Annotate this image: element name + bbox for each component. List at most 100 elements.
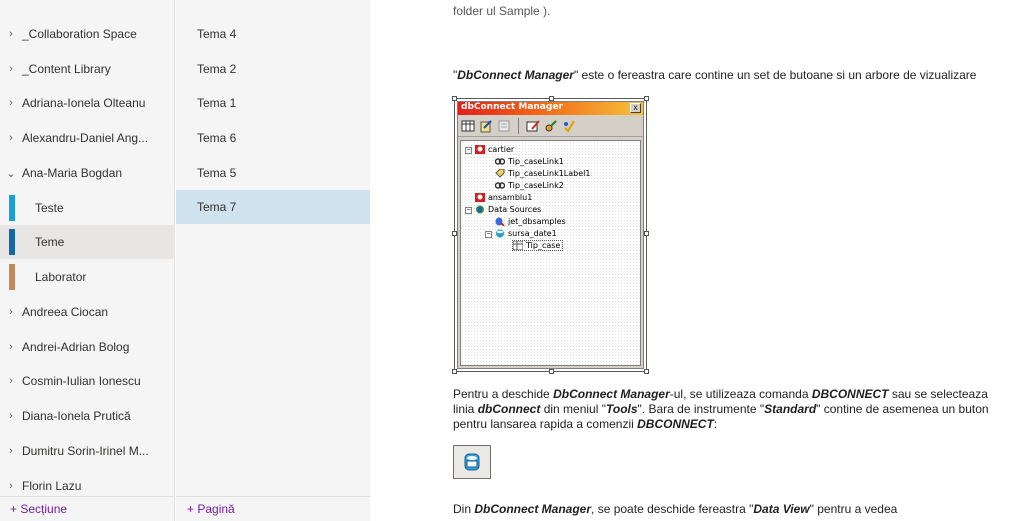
collapse-icon: − <box>465 207 472 214</box>
resize-handle[interactable] <box>644 369 649 374</box>
chevron-right-icon[interactable]: › <box>6 410 16 422</box>
table-icon <box>461 120 475 131</box>
close-icon: x <box>630 103 641 113</box>
section-label: _Collaboration Space <box>22 27 137 41</box>
chevron-down-icon[interactable]: ⌄ <box>6 167 16 180</box>
section-diana[interactable]: › Diana-Ionela Prutică <box>0 399 175 433</box>
partial-text: folder ul Sample ). <box>453 4 551 18</box>
section-alexandru[interactable]: › Alexandru-Daniel Ang... <box>0 121 175 155</box>
resize-handle[interactable] <box>452 369 457 374</box>
section-andreea[interactable]: › Andreea Ciocan <box>0 295 175 329</box>
section-laborator[interactable]: Laborator <box>0 260 175 294</box>
database-icon <box>464 453 480 471</box>
collapse-icon: − <box>485 231 492 238</box>
tree-node: Tip_caseLink2 <box>495 181 564 190</box>
resize-handle[interactable] <box>644 231 649 236</box>
section-label: _Content Library <box>22 62 111 76</box>
database-search-icon <box>495 217 505 226</box>
section-andrei[interactable]: › Andrei-Adrian Bolog <box>0 330 175 364</box>
section-teme[interactable]: Teme <box>0 225 175 259</box>
section-label: Adriana-Ionela Olteanu <box>22 96 146 110</box>
tree-node-label: sursa_date1 <box>508 229 557 238</box>
window-toolbar <box>458 115 643 137</box>
resize-handle[interactable] <box>644 96 649 101</box>
page-tema-2[interactable]: Tema 2 <box>176 52 370 86</box>
section-label: Teme <box>35 235 65 249</box>
chevron-right-icon[interactable]: › <box>6 97 16 109</box>
text: -ul, se utilizeaza comanda <box>669 387 812 401</box>
section-teste[interactable]: Teste <box>0 191 175 225</box>
window-titlebar: dbConnect Manager x <box>458 102 643 115</box>
section-label: Alexandru-Daniel Ang... <box>22 131 149 145</box>
chevron-right-icon[interactable]: › <box>6 480 16 492</box>
text: " este o fereastra care contine un set d… <box>573 68 977 82</box>
link-icon <box>495 158 505 165</box>
tree-node-label: Data Sources <box>488 205 542 214</box>
tree-node-label: cartier <box>488 145 515 154</box>
sections-pane: › _Collaboration Space › _Content Librar… <box>0 0 175 521</box>
text-bold-italic: DBCONNECT <box>811 387 889 401</box>
chevron-right-icon[interactable]: › <box>6 28 16 40</box>
section-label: Andrei-Adrian Bolog <box>22 340 130 354</box>
section-dumitru[interactable]: › Dumitru Sorin-Irinel M... <box>0 434 175 468</box>
add-page-button[interactable]: + Pagină <box>187 497 235 521</box>
page-content[interactable]: folder ul Sample ). "DbConnect Manager" … <box>370 0 1014 521</box>
section-content-library[interactable]: › _Content Library <box>0 52 175 86</box>
add-section-button[interactable]: + Secțiune <box>10 497 67 521</box>
chevron-right-icon[interactable]: › <box>6 306 16 318</box>
window-title: dbConnect Manager <box>461 102 563 112</box>
query-icon <box>545 119 557 131</box>
tree-node: Tip_caseLink1Label1 <box>495 169 590 178</box>
text-bold-italic: dbConnect <box>477 402 541 416</box>
tree-node: ansamblu1 <box>475 193 532 202</box>
section-label: Laborator <box>35 270 87 284</box>
pages-pane: Tema 4 Tema 2 Tema 1 Tema 6 Tema 5 Tema … <box>176 0 370 521</box>
section-ana-maria[interactable]: ⌄ Ana-Maria Bogdan <box>0 156 175 190</box>
section-color-bar <box>9 195 15 221</box>
tree-node-label: Tip_caseLink1 <box>508 157 564 166</box>
text: Din <box>453 502 475 516</box>
chevron-right-icon[interactable]: › <box>6 341 16 353</box>
table-icon <box>513 241 523 250</box>
paragraph-data-view: Din DbConnect Manager, se poate deschide… <box>453 502 1008 517</box>
text: , se poate deschide fereastra " <box>591 502 754 516</box>
text-bold-italic: DBCONNECT <box>637 417 714 431</box>
page-tema-6[interactable]: Tema 6 <box>176 121 370 155</box>
link-select-icon <box>564 119 575 133</box>
label-template-icon <box>526 119 540 131</box>
tree-node: Tip_caseLink1 <box>495 157 564 166</box>
resize-handle[interactable] <box>549 369 554 374</box>
tree-view: − cartier Tip_caseLink1 Tip_caseLink1Lab… <box>460 140 641 366</box>
chevron-right-icon[interactable]: › <box>6 375 16 387</box>
link-icon <box>495 182 505 189</box>
section-label: Cosmin-Iulian Ionescu <box>22 374 141 388</box>
page-tema-1[interactable]: Tema 1 <box>176 86 370 120</box>
text: Pentru a deschide <box>453 387 554 401</box>
chevron-right-icon[interactable]: › <box>6 63 16 75</box>
page-tema-4[interactable]: Tema 4 <box>176 17 370 51</box>
section-adriana[interactable]: › Adriana-Ionela Olteanu <box>0 86 175 120</box>
page-tema-7[interactable]: Tema 7 <box>176 190 370 224</box>
section-label: Andreea Ciocan <box>22 305 109 319</box>
embedded-image[interactable]: dbConnect Manager x − cartier Tip_caseLi… <box>452 96 649 374</box>
tree-node-label: ansamblu1 <box>488 193 533 202</box>
section-cosmin[interactable]: › Cosmin-Iulian Ionescu <box>0 364 175 398</box>
section-label: Diana-Ionela Prutică <box>22 409 131 423</box>
section-label: Florin Lazu <box>22 479 82 493</box>
text: " pentru a vedea <box>809 502 898 516</box>
text: din meniul " <box>540 402 606 416</box>
text-bold-italic: Standard <box>764 402 817 416</box>
tree-node-label: jet_dbsamples <box>508 217 566 226</box>
section-color-bar <box>9 264 15 290</box>
chevron-right-icon[interactable]: › <box>6 445 16 457</box>
section-collaboration-space[interactable]: › _Collaboration Space <box>0 17 175 51</box>
text-bold-italic: Data View <box>753 502 810 516</box>
text-bold-italic: Tools <box>605 402 638 416</box>
chevron-right-icon[interactable]: › <box>6 132 16 144</box>
dbconnect-toolbar-button-image[interactable] <box>453 445 491 479</box>
page-tema-5[interactable]: Tema 5 <box>176 156 370 190</box>
database-icon <box>496 229 504 238</box>
tree-node: Data Sources <box>475 205 541 214</box>
section-label: Ana-Maria Bogdan <box>22 166 123 180</box>
text-bold-italic: DbConnect Manager <box>457 68 574 82</box>
